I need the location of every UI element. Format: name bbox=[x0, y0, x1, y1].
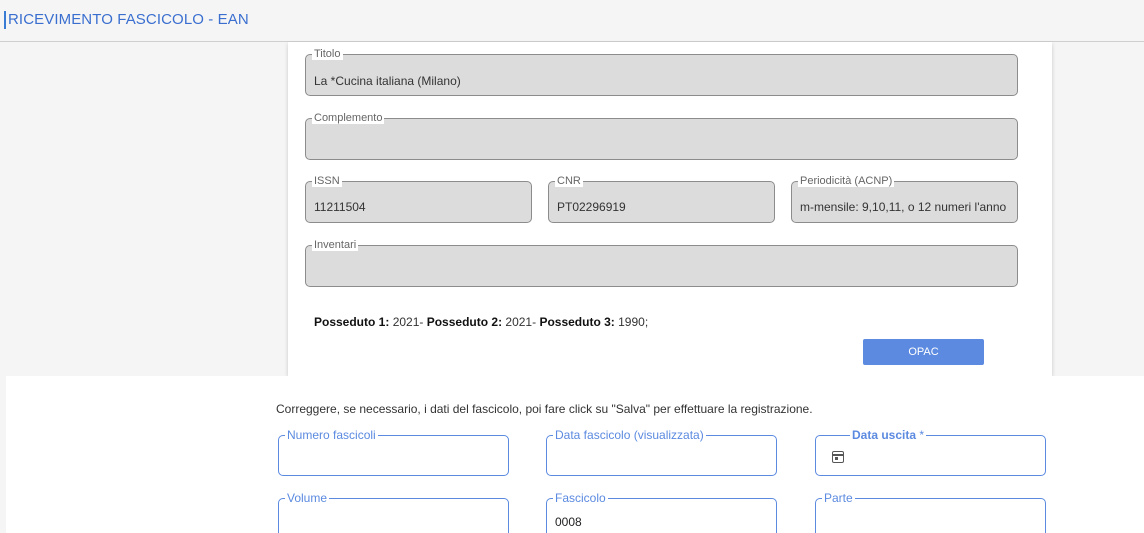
titolo-field: Titolo La *Cucina italiana (Milano) bbox=[305, 48, 1018, 96]
page-title: RICEVIMENTO FASCICOLO - EAN bbox=[8, 11, 249, 28]
data-uscita-input[interactable]: Data uscita * bbox=[815, 429, 1046, 476]
issn-value: 11211504 bbox=[314, 200, 366, 214]
data-fascicolo-label: Data fascicolo (visualizzata) bbox=[553, 428, 706, 442]
posseduto-2-label: Posseduto 2: bbox=[426, 315, 503, 329]
complemento-label: Complemento bbox=[312, 112, 385, 124]
data-uscita-label-text: Data uscita bbox=[852, 428, 917, 442]
left-gutter bbox=[0, 376, 6, 533]
issn-field: ISSN 11211504 bbox=[305, 175, 532, 223]
posseduto-3-value: 1990; bbox=[614, 315, 649, 329]
fascicolo-input[interactable]: Fascicolo 0008 bbox=[546, 492, 777, 533]
posseduto-1-value: 2021- bbox=[389, 315, 427, 329]
inventari-label: Inventari bbox=[312, 239, 359, 251]
cnr-label: CNR bbox=[555, 175, 583, 187]
titolo-label: Titolo bbox=[312, 48, 343, 60]
calendar-icon[interactable] bbox=[832, 451, 844, 463]
numero-fascicoli-input[interactable]: Numero fascicoli bbox=[278, 429, 509, 476]
data-fascicolo-input[interactable]: Data fascicolo (visualizzata) bbox=[546, 429, 777, 476]
required-mark: * bbox=[916, 428, 925, 442]
page: RICEVIMENTO FASCICOLO - EAN Titolo La *C… bbox=[0, 0, 1144, 533]
data-uscita-label: Data uscita * bbox=[850, 428, 927, 442]
parte-input[interactable]: Parte bbox=[815, 492, 1046, 533]
form-instructions: Correggere, se necessario, i dati del fa… bbox=[276, 402, 813, 416]
parte-label: Parte bbox=[822, 491, 855, 505]
periodicita-value: m-mensile: 9,10,11, o 12 numeri l'anno bbox=[800, 200, 1007, 214]
posseduto-summary: Posseduto 1: 2021- Posseduto 2: 2021- Po… bbox=[314, 315, 648, 329]
posseduto-1-label: Posseduto 1: bbox=[314, 315, 390, 329]
numero-fascicoli-label: Numero fascicoli bbox=[285, 428, 378, 442]
posseduto-2-value: 2021- bbox=[502, 315, 540, 329]
fascicolo-label: Fascicolo bbox=[553, 491, 608, 505]
periodicita-field: Periodicità (ACNP) m-mensile: 9,10,11, o… bbox=[791, 175, 1018, 223]
fascicolo-value: 0008 bbox=[555, 515, 582, 529]
header-accent bbox=[4, 11, 6, 29]
periodicita-label: Periodicità (ACNP) bbox=[798, 175, 895, 187]
titolo-value: La *Cucina italiana (Milano) bbox=[314, 74, 461, 88]
complemento-field: Complemento bbox=[305, 112, 1018, 160]
posseduto-3-label: Posseduto 3: bbox=[539, 315, 615, 329]
header-bar: RICEVIMENTO FASCICOLO - EAN bbox=[0, 0, 1144, 42]
cnr-field: CNR PT02296919 bbox=[548, 175, 775, 223]
volume-input[interactable]: Volume bbox=[278, 492, 509, 533]
volume-label: Volume bbox=[285, 491, 330, 505]
inventari-field: Inventari bbox=[305, 239, 1018, 287]
cnr-value: PT02296919 bbox=[557, 200, 626, 214]
opac-button[interactable]: OPAC bbox=[863, 339, 984, 365]
issn-label: ISSN bbox=[312, 175, 342, 187]
